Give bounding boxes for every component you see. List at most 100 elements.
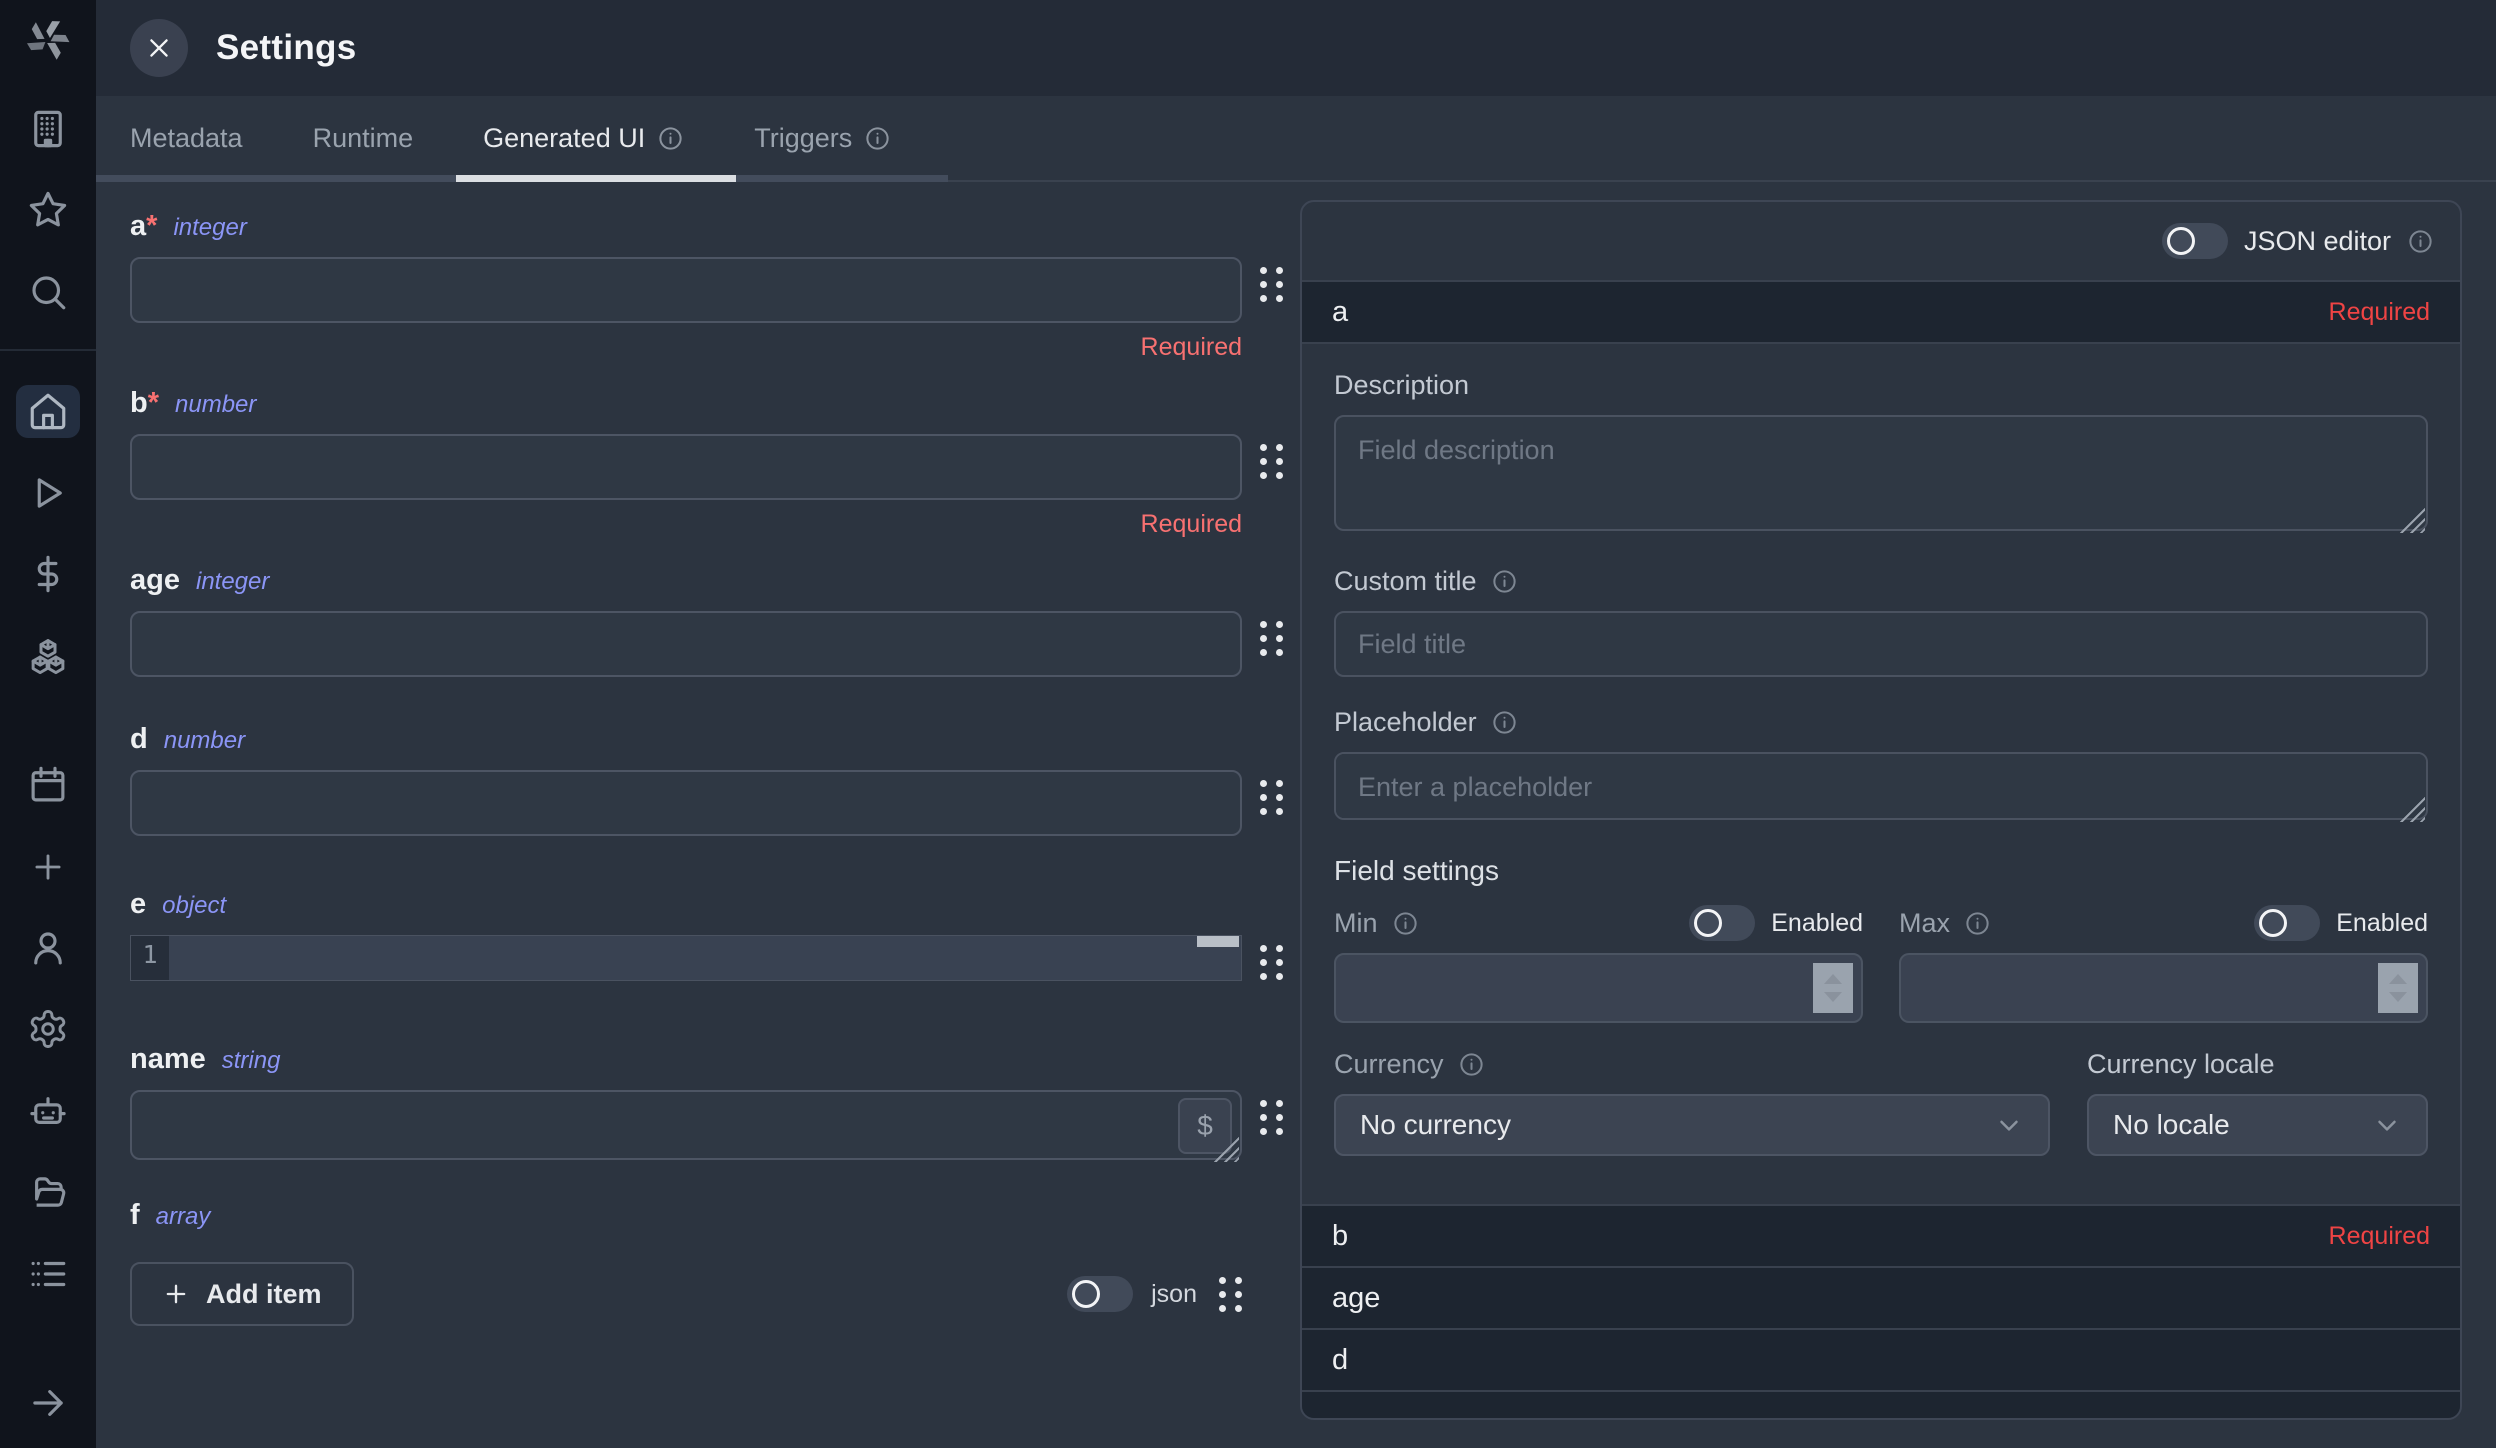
plus-icon[interactable]	[16, 840, 80, 893]
field-b: b* number Required	[130, 387, 1300, 540]
tab-triggers[interactable]: Triggers	[754, 96, 891, 180]
json-toggle-label: json	[1151, 1280, 1197, 1309]
sidebar	[0, 0, 96, 1448]
calendar-icon[interactable]	[16, 758, 80, 811]
tab-bar: Metadata Runtime Generated UI Triggers	[96, 96, 2496, 182]
max-enabled-label: Enabled	[2336, 909, 2428, 938]
drag-handle-icon[interactable]	[1260, 267, 1283, 302]
placeholder-input[interactable]	[1334, 752, 2428, 820]
field-settings-title: Field settings	[1334, 855, 2428, 887]
tab-generated-ui[interactable]: Generated UI	[483, 96, 684, 180]
field-name: name	[130, 1043, 206, 1076]
add-item-button[interactable]: Add item	[130, 1262, 354, 1326]
required-badge: Required	[2329, 1222, 2430, 1251]
currency-locale-setting: Currency locale No locale	[2087, 1049, 2428, 1156]
boxes-icon[interactable]	[16, 629, 80, 682]
max-value-input[interactable]	[1899, 953, 2428, 1023]
drag-handle-icon[interactable]	[1260, 621, 1283, 656]
code-line-number: 1	[131, 936, 169, 980]
currency-label: Currency	[1334, 1049, 2050, 1080]
tab-runtime[interactable]: Runtime	[313, 96, 414, 180]
settings-header: Settings	[96, 0, 2496, 96]
required-star: *	[146, 210, 157, 243]
field-age-input[interactable]	[130, 611, 1242, 677]
form-preview-column: a* integer Required b* number	[96, 182, 1300, 1448]
info-icon	[1964, 910, 1991, 937]
building-icon[interactable]	[16, 102, 80, 155]
json-toggle[interactable]	[1067, 1276, 1133, 1312]
tabs-active-underline	[456, 175, 736, 182]
custom-title-label: Custom title	[1334, 566, 2428, 597]
play-icon[interactable]	[16, 466, 80, 519]
dollar-icon[interactable]	[16, 547, 80, 600]
drag-handle-icon[interactable]	[1260, 1100, 1283, 1135]
field-d-input[interactable]	[130, 770, 1242, 836]
field-b-input[interactable]	[130, 434, 1242, 500]
close-icon[interactable]	[130, 19, 188, 77]
code-editor-scrollbar[interactable]	[1197, 936, 1239, 947]
number-spinner[interactable]	[2378, 963, 2418, 1013]
drag-handle-icon[interactable]	[1260, 780, 1283, 815]
drag-handle-icon[interactable]	[1260, 945, 1283, 980]
field-name: e	[130, 888, 146, 921]
star-icon[interactable]	[16, 184, 80, 237]
drag-handle-icon[interactable]	[1260, 444, 1283, 479]
sidebar-divider	[0, 349, 96, 351]
drag-handle-icon[interactable]	[1219, 1277, 1242, 1312]
field-name: a	[130, 210, 146, 243]
field-name-input[interactable]	[130, 1090, 1242, 1160]
field-type: integer	[196, 568, 269, 596]
field-type: array	[156, 1203, 211, 1231]
panel-row-b[interactable]: b Required	[1302, 1204, 2460, 1266]
field-name: age	[130, 564, 180, 597]
field-editor-a: Description Custom title Placehol	[1302, 342, 2460, 1204]
folder-open-icon[interactable]	[16, 1166, 80, 1219]
custom-title-input[interactable]	[1334, 611, 2428, 677]
object-code-editor[interactable]: 1	[130, 935, 1242, 981]
field-name: b	[130, 387, 148, 420]
description-input[interactable]	[1334, 415, 2428, 531]
max-enabled-toggle[interactable]	[2254, 905, 2320, 941]
chevron-down-icon	[1994, 1110, 2024, 1140]
panel-header: JSON editor	[1302, 202, 2460, 280]
min-value-input[interactable]	[1334, 953, 1863, 1023]
variable-picker-button[interactable]: $	[1178, 1098, 1232, 1154]
number-spinner[interactable]	[1813, 963, 1853, 1013]
required-star: *	[148, 387, 159, 420]
search-icon[interactable]	[16, 265, 80, 318]
info-icon	[1491, 709, 1518, 736]
field-type: string	[222, 1047, 281, 1075]
min-setting: Min Enabled	[1334, 905, 1863, 1023]
panel-row-a[interactable]: a Required	[1302, 280, 2460, 342]
min-enabled-toggle[interactable]	[1689, 905, 1755, 941]
currency-setting: Currency No currency	[1334, 1049, 2050, 1156]
list-icon[interactable]	[16, 1247, 80, 1300]
gear-icon[interactable]	[16, 1003, 80, 1056]
currency-locale-label: Currency locale	[2087, 1049, 2428, 1080]
json-editor-toggle[interactable]	[2162, 223, 2228, 259]
panel-row-age[interactable]: age	[1302, 1266, 2460, 1328]
panel-row-d[interactable]: d	[1302, 1328, 2460, 1390]
description-label: Description	[1334, 370, 2428, 401]
plus-icon	[162, 1280, 190, 1308]
home-icon[interactable]	[16, 385, 80, 438]
currency-locale-select[interactable]: No locale	[2087, 1094, 2428, 1156]
arrow-right-icon[interactable]	[16, 1377, 80, 1430]
field-name: d	[130, 723, 148, 756]
user-icon[interactable]	[16, 921, 80, 974]
field-a: a* integer Required	[130, 210, 1300, 363]
field-type: number	[164, 727, 245, 755]
currency-select[interactable]: No currency	[1334, 1094, 2050, 1156]
field-type: number	[175, 391, 256, 419]
field-a-input[interactable]	[130, 257, 1242, 323]
robot-icon[interactable]	[16, 1084, 80, 1137]
code-editor-body[interactable]	[169, 936, 1241, 980]
info-icon	[1491, 568, 1518, 595]
tab-metadata[interactable]: Metadata	[130, 96, 243, 180]
chevron-down-icon	[2372, 1110, 2402, 1140]
info-icon	[864, 125, 891, 152]
field-age: age integer	[130, 564, 1300, 677]
field-f: f array Add item json	[130, 1199, 1300, 1326]
field-type: object	[162, 892, 226, 920]
windmill-logo-icon[interactable]	[0, 0, 96, 80]
